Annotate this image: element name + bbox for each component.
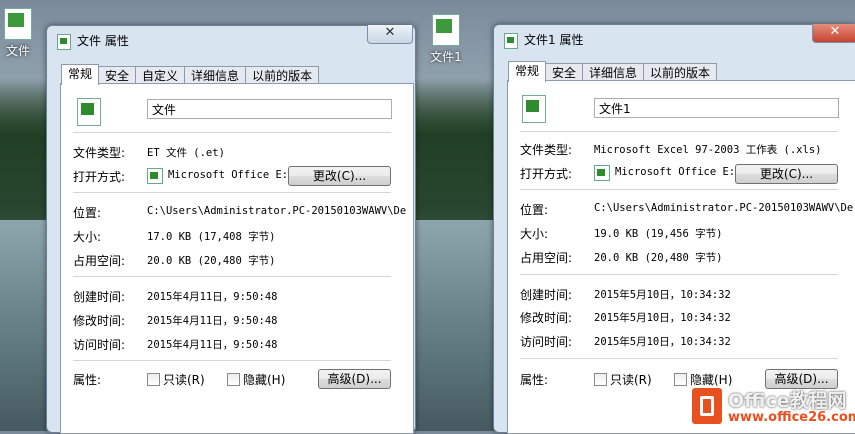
excel-title-icon [504,33,518,49]
watermark-title: Office教程网 [728,390,847,412]
label-attributes: 属性: [73,373,102,387]
modified-value: 2015年4月11日，9:50:48 [147,315,278,327]
label-attributes: 属性: [520,373,549,387]
window-title: 文件1 属性 [524,33,584,47]
size-value: 19.0 KB (19,456 字节) [594,228,723,240]
disk-size-value: 20.0 KB (20,480 字节) [594,252,723,264]
general-panel: 文件 文件类型: ET 文件 (.et) 打开方式: Microsoft Off… [60,83,414,434]
window-title: 文件 属性 [77,34,129,48]
watermark-url: www.office26.com [728,410,855,425]
label-accessed: 访问时间: [73,338,126,352]
label-modified: 修改时间: [73,314,126,328]
title-bar[interactable]: 文件1 属性 ✕ [494,24,855,53]
title-bar[interactable]: 文件 属性 ✕ [47,25,415,54]
label-accessed: 访问时间: [520,335,573,349]
accessed-value: 2015年5月10日，10:34:32 [594,336,731,348]
divider [73,276,391,278]
excel-title-icon [57,34,71,50]
divider [73,132,391,134]
change-button[interactable]: 更改(C)... [288,166,391,186]
location-value: C:\Users\Administrator.PC-20150103WAWV\D… [147,205,407,217]
label-location: 位置: [73,206,102,220]
excel-app-icon [594,165,610,181]
label-created: 创建时间: [520,288,573,302]
filename-field[interactable]: 文件1 [594,98,839,118]
tab-general[interactable]: 常规 [61,64,100,85]
divider [73,360,391,362]
size-value: 17.0 KB (17,408 字节) [147,231,276,243]
divider [73,192,391,194]
label-location: 位置: [520,203,549,217]
change-button[interactable]: 更改(C)... [735,164,838,184]
excel-app-icon [147,168,163,184]
divider [520,189,838,191]
properties-window-left: 文件 属性 ✕ 常规 安全 自定义 详细信息 以前的版本 文件 文件类型: ET… [46,25,416,434]
tab-bar: 常规 安全 自定义 详细信息 以前的版本 [61,64,320,85]
created-value: 2015年4月11日，9:50:48 [147,291,278,303]
office-logo-icon [692,388,722,424]
readonly-checkbox[interactable] [147,373,160,386]
desktop-file-icon-2[interactable]: 文件1 [424,14,468,65]
divider [520,274,838,276]
advanced-button[interactable]: 高级(D)... [318,369,391,389]
open-with-value: Microsoft Office E: [615,166,736,178]
label-size: 大小: [520,227,549,241]
excel-file-icon [432,14,460,46]
location-value: C:\Users\Administrator.PC-20150103WAWV\D… [594,202,854,214]
tab-bar: 常规 安全 详细信息 以前的版本 [508,61,718,82]
disk-size-value: 20.0 KB (20,480 字节) [147,255,276,267]
excel-file-icon [522,95,546,123]
modified-value: 2015年5月10日，10:34:32 [594,312,731,324]
created-value: 2015年5月10日，10:34:32 [594,289,731,301]
readonly-label[interactable]: 只读(R) [610,371,652,388]
hidden-checkbox[interactable] [227,373,240,386]
filename-field[interactable]: 文件 [147,99,392,119]
divider [520,358,838,360]
excel-file-icon [4,8,32,40]
divider [520,131,838,133]
label-open-with: 打开方式: [73,170,126,184]
desktop-icon-label: 文件 [5,44,30,58]
readonly-label[interactable]: 只读(R) [163,371,205,388]
label-open-with: 打开方式: [520,167,573,181]
desktop-file-icon-1[interactable]: 文件 [0,8,40,59]
file-type-value: ET 文件 (.et) [147,147,225,159]
file-type-value: Microsoft Excel 97-2003 工作表 (.xls) [594,144,822,156]
hidden-label[interactable]: 隐藏(H) [243,371,285,388]
close-button[interactable]: ✕ [812,24,855,43]
desktop-icon-label: 文件1 [430,50,462,64]
watermark: Office教程网 www.office26.com [688,382,855,431]
label-file-type: 文件类型: [520,143,573,157]
label-disk-size: 占用空间: [520,251,573,265]
label-size: 大小: [73,230,102,244]
general-panel: 文件1 文件类型: Microsoft Excel 97-2003 工作表 (.… [507,80,855,434]
label-created: 创建时间: [73,290,126,304]
excel-file-icon [77,98,101,126]
label-file-type: 文件类型: [73,146,126,160]
properties-window-right: 文件1 属性 ✕ 常规 安全 详细信息 以前的版本 文件1 文件类型: Micr… [493,24,855,434]
tab-general[interactable]: 常规 [508,61,547,82]
label-disk-size: 占用空间: [73,254,126,268]
open-with-value: Microsoft Office E: [168,169,289,181]
accessed-value: 2015年4月11日，9:50:48 [147,339,278,351]
hidden-checkbox[interactable] [674,373,687,386]
close-button[interactable]: ✕ [367,25,413,44]
readonly-checkbox[interactable] [594,373,607,386]
label-modified: 修改时间: [520,311,573,325]
